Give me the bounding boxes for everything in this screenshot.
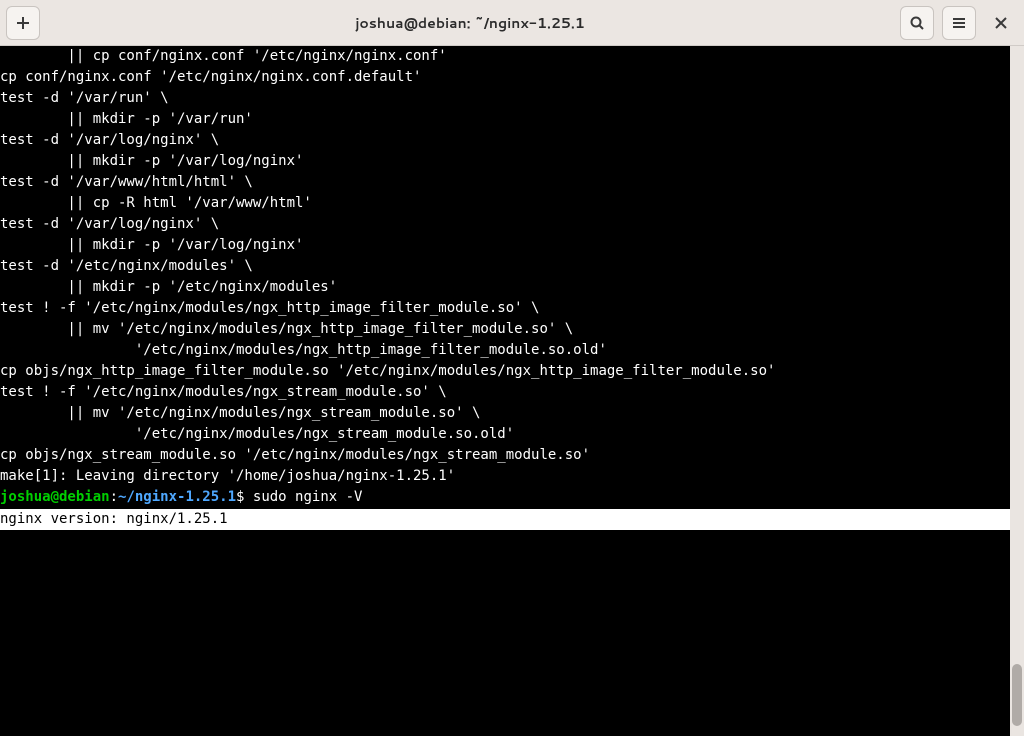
- version-line: nginx version: nginx/1.25.1: [0, 509, 1010, 530]
- output-line: test -d '/etc/nginx/modules' \: [0, 258, 253, 274]
- output-line: cp conf/nginx.conf '/etc/nginx/nginx.con…: [0, 69, 421, 85]
- window-title: joshua@debian: ~/nginx-1.25.1: [40, 13, 900, 33]
- output-line: || cp conf/nginx.conf '/etc/nginx/nginx.…: [0, 48, 447, 64]
- output-line: '/etc/nginx/modules/ngx_stream_module.so…: [0, 426, 514, 442]
- terminal[interactable]: || cp conf/nginx.conf '/etc/nginx/nginx.…: [0, 46, 1010, 736]
- hamburger-icon: [951, 15, 967, 31]
- titlebar: joshua@debian: ~/nginx-1.25.1: [0, 0, 1024, 46]
- terminal-wrapper: || cp conf/nginx.conf '/etc/nginx/nginx.…: [0, 46, 1024, 736]
- output-line: || cp -R html '/var/www/html': [0, 195, 312, 211]
- output-line: test -d '/var/log/nginx' \: [0, 132, 219, 148]
- output-line: make[1]: Leaving directory '/home/joshua…: [0, 468, 455, 484]
- prompt-user-host: joshua@debian: [0, 489, 110, 505]
- output-line: test ! -f '/etc/nginx/modules/ngx_http_i…: [0, 300, 539, 316]
- scrollbar-thumb[interactable]: [1012, 664, 1022, 726]
- scrollbar-track[interactable]: [1010, 46, 1024, 736]
- plus-icon: [15, 15, 31, 31]
- prompt-separator: :: [110, 489, 118, 505]
- output-line: || mkdir -p '/etc/nginx/modules': [0, 279, 337, 295]
- prompt-path: ~/nginx-1.25.1: [118, 489, 236, 505]
- output-line: test ! -f '/etc/nginx/modules/ngx_stream…: [0, 384, 447, 400]
- output-line: test -d '/var/log/nginx' \: [0, 216, 219, 232]
- search-button[interactable]: [900, 6, 934, 40]
- output-line: cp objs/ngx_http_image_filter_module.so …: [0, 363, 775, 379]
- output-line: '/etc/nginx/modules/ngx_http_image_filte…: [0, 342, 607, 358]
- command-text: sudo nginx -V: [244, 489, 362, 505]
- output-line: || mkdir -p '/var/log/nginx': [0, 153, 303, 169]
- menu-button[interactable]: [942, 6, 976, 40]
- titlebar-right: [900, 6, 1018, 40]
- output-line: cp objs/ngx_stream_module.so '/etc/nginx…: [0, 447, 590, 463]
- output-line: || mkdir -p '/var/run': [0, 111, 253, 127]
- output-line: || mv '/etc/nginx/modules/ngx_http_image…: [0, 321, 573, 337]
- search-icon: [909, 15, 925, 31]
- close-icon: [995, 17, 1007, 29]
- output-line: test -d '/var/run' \: [0, 90, 169, 106]
- output-line: || mv '/etc/nginx/modules/ngx_stream_mod…: [0, 405, 480, 421]
- new-tab-button[interactable]: [6, 6, 40, 40]
- close-button[interactable]: [984, 6, 1018, 40]
- output-line: || mkdir -p '/var/log/nginx': [0, 237, 303, 253]
- output-line: test -d '/var/www/html/html' \: [0, 174, 253, 190]
